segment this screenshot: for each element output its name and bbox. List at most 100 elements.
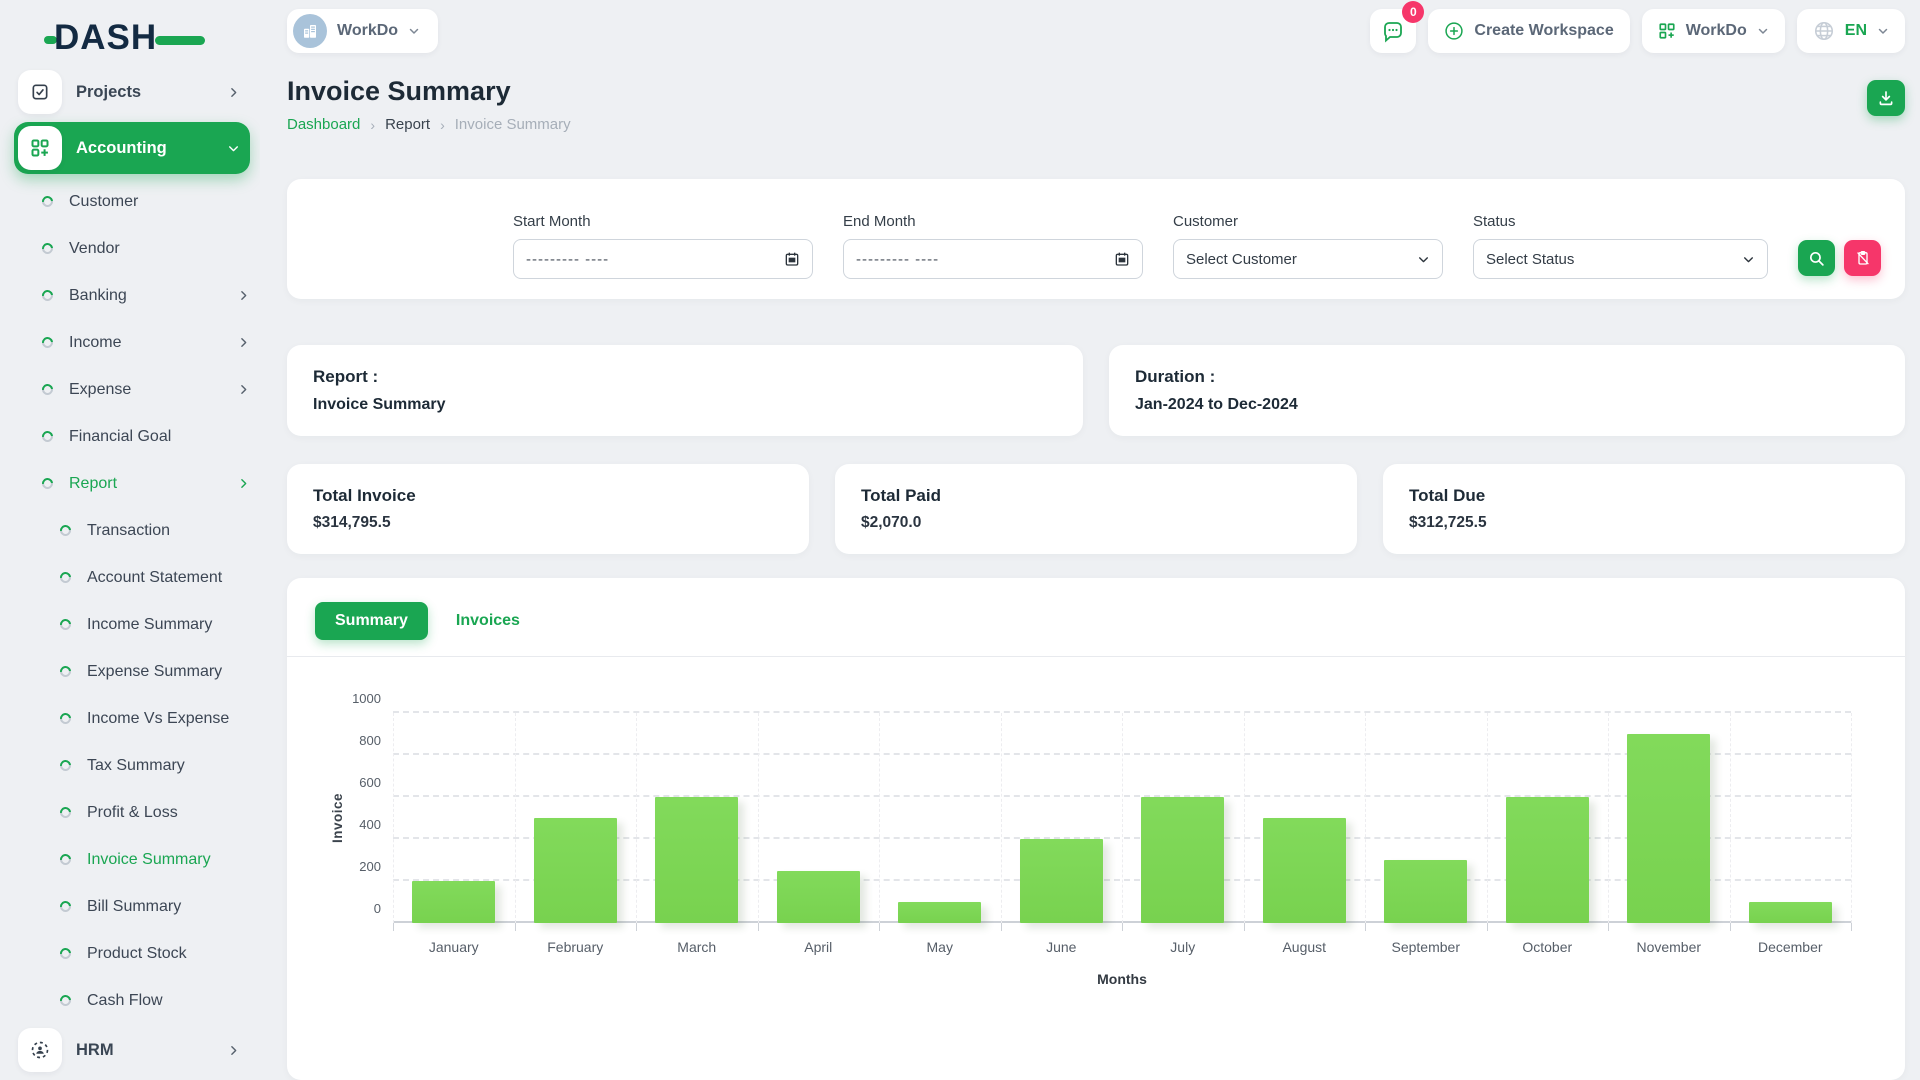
- sidebar-item-label: Product Stock: [87, 945, 187, 963]
- bullet-icon: [58, 805, 73, 820]
- sidebar-item-banking[interactable]: Banking: [14, 272, 250, 319]
- bullet-icon: [40, 476, 55, 491]
- tab-summary[interactable]: Summary: [315, 602, 428, 640]
- sidebar-item-projects[interactable]: Projects: [14, 66, 250, 118]
- download-report-button[interactable]: [1867, 80, 1905, 116]
- sidebar-item-report[interactable]: Report: [14, 460, 250, 507]
- bar-august: [1263, 818, 1346, 923]
- x-axis-label: April: [758, 939, 880, 955]
- sidebar-item-income-summary[interactable]: Income Summary: [14, 601, 250, 648]
- logo-text: DASH: [54, 18, 157, 58]
- chevron-right-icon: [237, 477, 250, 490]
- bullet-icon: [58, 899, 73, 914]
- status-select[interactable]: Select Status: [1473, 239, 1768, 279]
- sidebar-item-transaction[interactable]: Transaction: [14, 507, 250, 554]
- sidebar-item-expense-summary[interactable]: Expense Summary: [14, 648, 250, 695]
- x-axis-label: October: [1487, 939, 1609, 955]
- tab-invoices[interactable]: Invoices: [456, 602, 520, 640]
- building-icon: [301, 22, 319, 40]
- sidebar-item-bill-summary[interactable]: Bill Summary: [14, 883, 250, 930]
- bullet-icon: [58, 664, 73, 679]
- calendar-icon: [784, 251, 800, 267]
- sidebar-item-income[interactable]: Income: [14, 319, 250, 366]
- x-axis-label: January: [393, 939, 515, 955]
- chevron-right-icon: [237, 383, 250, 396]
- plus-circle-icon: [1444, 21, 1464, 41]
- chevron-down-icon: [1757, 25, 1769, 37]
- sidebar-item-invoice-summary[interactable]: Invoice Summary: [14, 836, 250, 883]
- chat-bubble-icon: [1381, 19, 1405, 43]
- sidebar: DASH ProjectsAccountingCustomerVendor Ban…: [0, 0, 260, 1080]
- grid-plus-icon: [18, 126, 62, 170]
- status-label: Status: [1473, 213, 1768, 230]
- create-workspace-button[interactable]: Create Workspace: [1428, 9, 1629, 53]
- end-month-input[interactable]: --------- ----: [843, 239, 1143, 279]
- sidebar-item-expense[interactable]: Expense: [14, 366, 250, 413]
- sidebar-item-label: Income Summary: [87, 616, 212, 634]
- bar-june: [1020, 839, 1103, 923]
- sidebar-item-label: Expense: [69, 381, 131, 399]
- apply-filter-button[interactable]: [1798, 240, 1835, 276]
- x-axis-tick: [393, 923, 394, 931]
- customer-select[interactable]: Select Customer: [1173, 239, 1443, 279]
- chevron-down-icon: [1417, 253, 1430, 266]
- sidebar-item-income-vs-expense[interactable]: Income Vs Expense: [14, 695, 250, 742]
- bullet-icon: [40, 382, 55, 397]
- start-month-label: Start Month: [513, 213, 813, 230]
- messages-badge: 0: [1402, 1, 1424, 23]
- brand-logo[interactable]: DASH: [14, 0, 250, 66]
- sidebar-item-financial-goal[interactable]: Financial Goal: [14, 413, 250, 460]
- sidebar-item-hrm[interactable]: HRM: [14, 1024, 250, 1076]
- chevron-right-icon: [237, 289, 250, 302]
- start-month-input[interactable]: --------- ----: [513, 239, 813, 279]
- bar-september: [1384, 860, 1467, 923]
- bar-december: [1749, 902, 1832, 923]
- sidebar-item-cash-flow[interactable]: Cash Flow: [14, 977, 250, 1024]
- x-axis-title: Months: [393, 971, 1851, 987]
- breadcrumb-report[interactable]: Report: [385, 116, 430, 133]
- x-axis-tick: [1001, 923, 1002, 931]
- y-axis-title: Invoice: [330, 793, 345, 843]
- breadcrumb-dashboard[interactable]: Dashboard: [287, 116, 360, 133]
- x-axis-tick: [1244, 923, 1245, 931]
- bar-column: [636, 713, 758, 923]
- y-axis-tick-label: 0: [374, 901, 381, 916]
- bullet-icon: [58, 523, 73, 538]
- total-paid-card: Total Paid $2,070.0: [835, 464, 1357, 554]
- customer-label: Customer: [1173, 213, 1443, 230]
- language-selector[interactable]: EN: [1797, 9, 1905, 53]
- main-content: WorkDo 0 Create Workspace WorkDo: [260, 0, 1920, 1080]
- sidebar-item-accounting[interactable]: Accounting: [14, 122, 250, 174]
- sidebar-item-customer[interactable]: Customer: [14, 178, 250, 225]
- workspace-selector[interactable]: WorkDo: [287, 9, 438, 53]
- reset-filter-button[interactable]: [1844, 240, 1881, 276]
- chevron-right-icon: ›: [370, 117, 375, 133]
- chart-card: Summary Invoices Invoice 020040060080010…: [287, 578, 1905, 1080]
- sidebar-item-tax-summary[interactable]: Tax Summary: [14, 742, 250, 789]
- bullet-icon: [58, 617, 73, 632]
- bar-november: [1627, 734, 1710, 923]
- app-switcher-button[interactable]: WorkDo: [1642, 9, 1785, 53]
- sidebar-item-label: Banking: [69, 287, 127, 305]
- workspace-label: WorkDo: [337, 22, 398, 40]
- chevron-right-icon: ›: [440, 117, 445, 133]
- sidebar-item-vendor[interactable]: Vendor: [14, 225, 250, 272]
- sidebar-item-profit-loss[interactable]: Profit & Loss: [14, 789, 250, 836]
- bar-february: [534, 818, 617, 923]
- create-workspace-label: Create Workspace: [1474, 22, 1613, 40]
- focus-person-icon: [18, 1028, 62, 1072]
- sidebar-item-account-statement[interactable]: Account Statement: [14, 554, 250, 601]
- x-axis-tick: [1365, 923, 1366, 931]
- bar-column: [879, 713, 1001, 923]
- chevron-right-icon: [237, 336, 250, 349]
- sidebar-item-label: Financial Goal: [69, 428, 171, 446]
- y-axis-tick-label: 200: [359, 859, 381, 874]
- checkbox-icon: [18, 70, 62, 114]
- messages-button[interactable]: 0: [1370, 9, 1416, 53]
- chevron-down-icon: [408, 25, 420, 37]
- page-title: Invoice Summary: [287, 76, 571, 107]
- sidebar-item-label: Tax Summary: [87, 757, 185, 775]
- sidebar-item-label: Income Vs Expense: [87, 710, 229, 728]
- total-due-card: Total Due $312,725.5: [1383, 464, 1905, 554]
- sidebar-item-product-stock[interactable]: Product Stock: [14, 930, 250, 977]
